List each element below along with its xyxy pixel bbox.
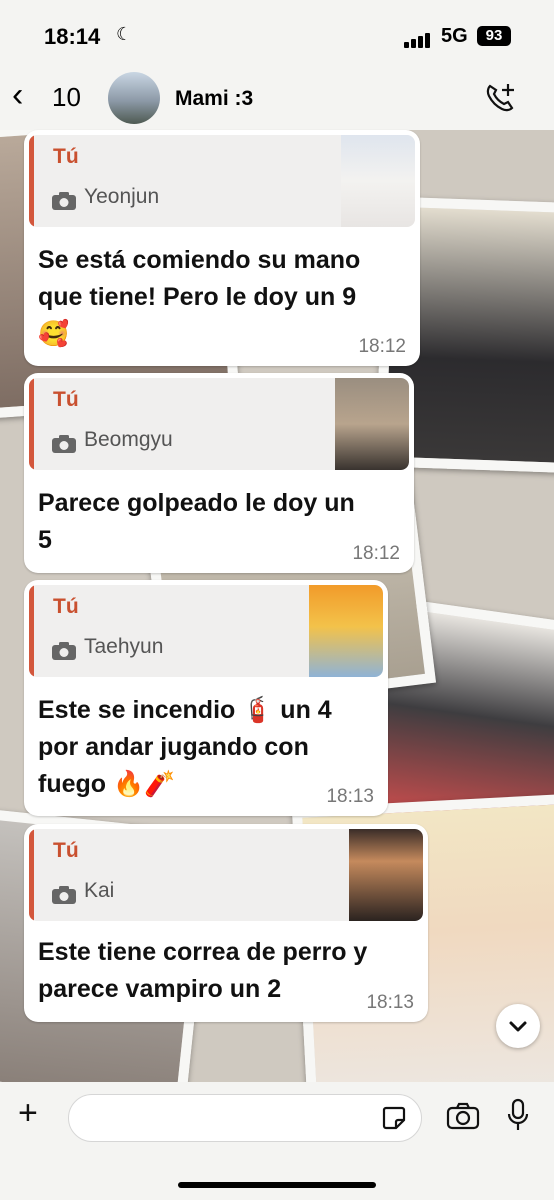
message-text: Este tiene correa de perro y parece vamp…	[38, 938, 368, 1003]
message-time: 18:13	[326, 786, 374, 807]
quote-thumbnail	[309, 585, 383, 677]
quote-author: Tú	[53, 388, 79, 411]
message-bubble[interactable]: Tú Taehyun Este se incendio 🧯 un 4 por a…	[24, 580, 388, 816]
status-bar: 18:14 ☾ 5G 93	[0, 0, 554, 70]
chat-header: ‹ 10 Mami :3	[0, 70, 554, 130]
chevron-left-icon: ‹	[12, 76, 24, 114]
moon-icon: ☾	[116, 24, 133, 44]
camera-icon	[52, 192, 76, 210]
scroll-to-bottom-button[interactable]	[496, 1004, 540, 1048]
quote-author: Tú	[53, 145, 79, 168]
battery-indicator: 93	[477, 26, 511, 46]
network-type: 5G	[441, 25, 468, 47]
chevron-down-icon	[509, 1021, 527, 1032]
camera-icon	[52, 642, 76, 660]
signal-icon	[404, 30, 432, 48]
quote-text: Yeonjun	[84, 185, 160, 208]
message-time: 18:13	[366, 992, 414, 1013]
message-bubble[interactable]: Tú Beomgyu Parece golpeado le doy un 5 1…	[24, 373, 414, 573]
quoted-reply[interactable]: Tú Yeonjun	[29, 135, 415, 227]
camera-icon[interactable]	[446, 1102, 480, 1130]
quoted-reply[interactable]: Tú Taehyun	[29, 585, 383, 677]
quote-accent-bar	[29, 135, 34, 227]
home-indicator	[178, 1182, 376, 1188]
status-time: 18:14	[44, 24, 101, 49]
unread-count[interactable]: 10	[52, 82, 81, 113]
quote-thumbnail	[341, 135, 415, 227]
composer-bar: +	[0, 1082, 554, 1200]
message-time: 18:12	[358, 336, 406, 357]
contact-name[interactable]: Mami :3	[175, 87, 253, 111]
phone-add-icon[interactable]	[480, 78, 520, 118]
quote-author: Tú	[53, 595, 79, 618]
quote-thumbnail	[349, 829, 423, 921]
quote-text: Kai	[84, 879, 115, 902]
microphone-icon[interactable]	[506, 1098, 530, 1132]
quoted-reply[interactable]: Tú Kai	[29, 829, 423, 921]
quote-text: Beomgyu	[84, 428, 173, 451]
quote-author: Tú	[53, 839, 79, 862]
message-bubble[interactable]: Tú Yeonjun Se está comiendo su mano que …	[24, 130, 420, 366]
quote-text: Taehyun	[84, 635, 164, 658]
back-button[interactable]: ‹	[12, 76, 23, 115]
avatar[interactable]	[108, 72, 160, 124]
message-bubble[interactable]: Tú Kai Este tiene correa de perro y pare…	[24, 824, 428, 1022]
camera-icon	[52, 435, 76, 453]
quoted-reply[interactable]: Tú Beomgyu	[29, 378, 409, 470]
quote-accent-bar	[29, 585, 34, 677]
quote-accent-bar	[29, 829, 34, 921]
sticker-icon[interactable]	[381, 1105, 407, 1131]
quote-accent-bar	[29, 378, 34, 470]
quote-thumbnail	[335, 378, 409, 470]
message-input[interactable]	[68, 1094, 422, 1142]
message-time: 18:12	[352, 543, 400, 564]
camera-icon	[52, 886, 76, 904]
plus-icon[interactable]: +	[18, 1094, 38, 1133]
